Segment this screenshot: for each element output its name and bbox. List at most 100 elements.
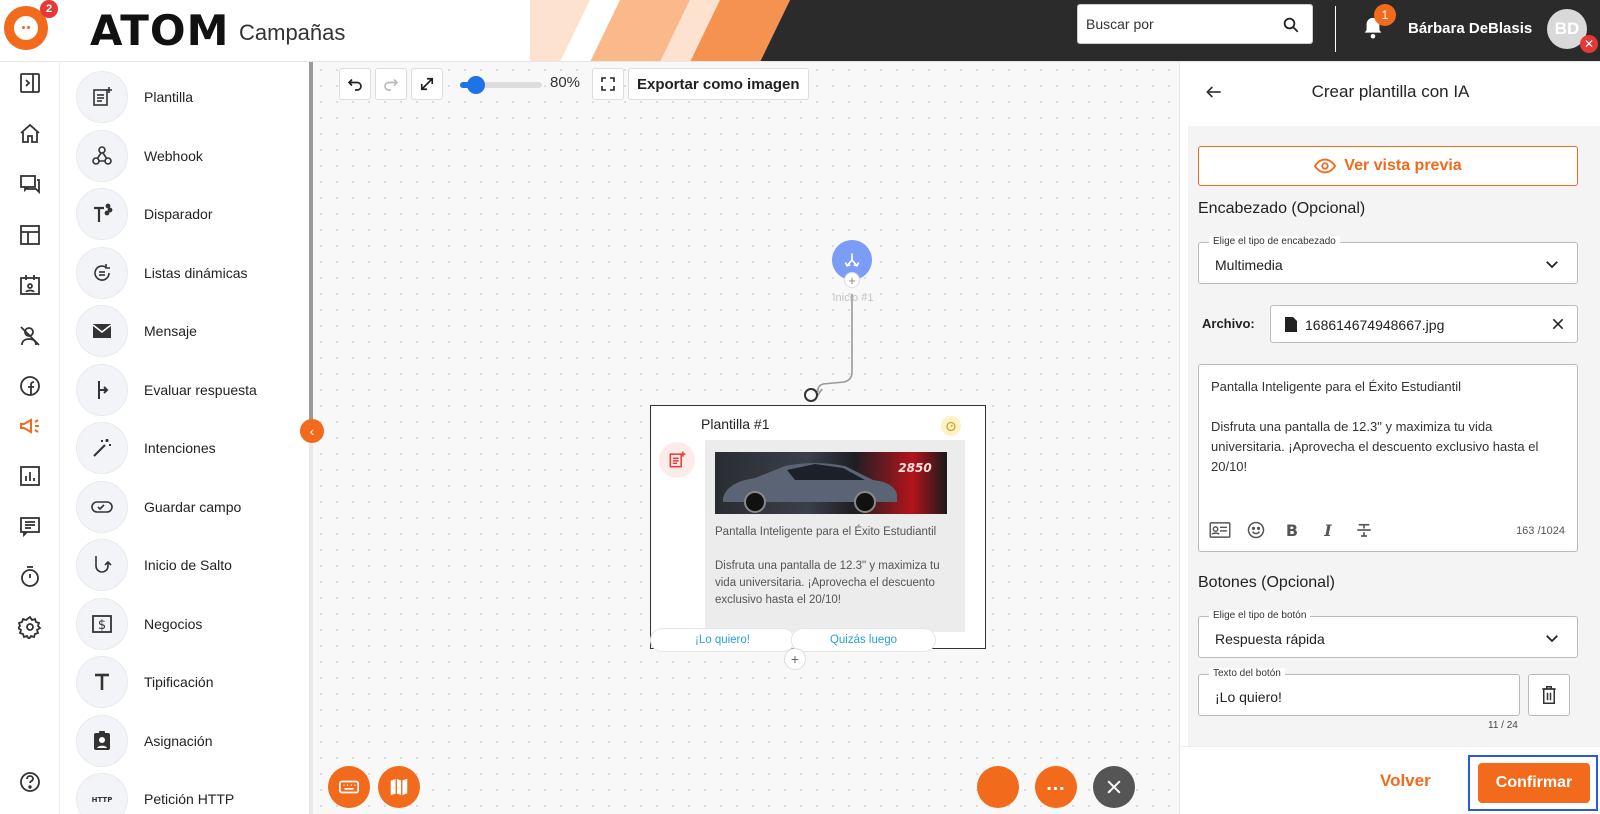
start-add-button[interactable]: +	[844, 272, 860, 288]
node-plantilla[interactable]: Plantilla	[76, 71, 193, 123]
trigger-icon	[76, 188, 128, 240]
back-button[interactable]: Volver	[1380, 771, 1431, 791]
node-salto[interactable]: Inicio de Salto	[76, 539, 232, 591]
quick-reply-button[interactable]: ¡Lo quiero!	[650, 628, 795, 652]
button-text-counter: 11 / 24	[1488, 720, 1518, 731]
calendar-icon[interactable]	[13, 268, 47, 302]
svg-text:HTTP: HTTP	[92, 796, 113, 804]
search-input[interactable]	[1078, 5, 1268, 43]
template-node[interactable]: Plantilla #1 2850 Pantalla Inteligente p…	[650, 405, 986, 649]
delete-button[interactable]	[1528, 674, 1570, 716]
formatting-toolbar: B I	[1209, 519, 1375, 541]
preview-label: Ver vista previa	[1344, 157, 1462, 174]
node-label: Guardar campo	[144, 499, 242, 515]
close-icon	[1107, 780, 1121, 794]
nodes-panel: Plantilla Webhook Disparador Listas diná…	[60, 62, 312, 814]
timer-icon[interactable]	[941, 416, 961, 436]
http-icon: HTTP	[76, 773, 128, 814]
confirm-button[interactable]: Confirmar	[1478, 763, 1590, 803]
node-label: Plantilla	[144, 89, 194, 105]
strikethrough-icon[interactable]	[1353, 519, 1375, 541]
keyboard-icon	[339, 780, 359, 794]
keyboard-button[interactable]	[328, 766, 370, 808]
help-icon[interactable]	[13, 765, 47, 799]
header-section-title: Encabezado (Opcional)	[1198, 200, 1366, 217]
branch-icon	[76, 364, 128, 416]
quick-reply-button[interactable]: Quizás luego	[791, 628, 936, 652]
body-text: Pantalla Inteligente para el Éxito Estud…	[1211, 377, 1567, 477]
add-node-button[interactable]	[977, 766, 1019, 808]
close-canvas-button[interactable]	[1093, 766, 1135, 808]
node-webhook[interactable]: Webhook	[76, 130, 203, 182]
form-icon[interactable]	[13, 509, 47, 543]
node-guardar[interactable]: Guardar campo	[76, 481, 241, 533]
buttons-section-title: Botones (Opcional)	[1198, 574, 1335, 591]
template-add-button[interactable]: +	[784, 648, 806, 670]
remove-file-icon[interactable]	[1551, 317, 1565, 331]
node-http[interactable]: HTTP Petición HTTP	[76, 773, 234, 814]
node-listas[interactable]: Listas dinámicas	[76, 247, 248, 299]
dynamic-list-icon	[76, 247, 128, 299]
home-icon[interactable]	[13, 117, 47, 151]
emoji-icon[interactable]	[1245, 519, 1267, 541]
button-text-field[interactable]: Texto del botón ¡Lo quiero!	[1198, 668, 1520, 716]
bold-icon[interactable]: B	[1281, 519, 1303, 541]
search-icon[interactable]	[1282, 16, 1300, 34]
node-mensaje[interactable]: Mensaje	[76, 305, 197, 357]
header-type-select[interactable]: Elige el tipo de encabezado Multimedia	[1198, 236, 1578, 284]
node-label: Asignación	[144, 733, 213, 749]
bell-badge: 1	[1374, 4, 1396, 26]
minimap-button[interactable]	[378, 766, 420, 808]
chart-icon[interactable]	[13, 459, 47, 493]
node-evaluar[interactable]: Evaluar respuesta	[76, 364, 257, 416]
node-label: Inicio de Salto	[144, 557, 232, 573]
file-label: Archivo:	[1202, 316, 1255, 331]
expand-panel-icon[interactable]	[13, 66, 47, 100]
header-type-value: Multimedia	[1215, 257, 1283, 273]
flow-canvas[interactable]: 80% Exportar como imagen + Inicio #1 Pla…	[313, 62, 1179, 814]
logo-notification-badge: 2	[40, 0, 58, 18]
map-icon	[390, 778, 408, 796]
node-asignacion[interactable]: Asignación	[76, 715, 213, 767]
dollar-icon: $	[76, 598, 128, 650]
button-text-value: ¡Lo quiero!	[1215, 689, 1282, 705]
node-negocios[interactable]: $ Negocios	[76, 598, 202, 650]
create-template-panel: Crear plantilla con IA Ver vista previa …	[1179, 62, 1600, 814]
more-options-button[interactable]: …	[1035, 766, 1077, 808]
split-icon	[844, 253, 860, 267]
start-node-label: Inicio #1	[832, 292, 874, 304]
button-type-select[interactable]: Elige el tipo de botón Respuesta rápida	[1198, 610, 1578, 658]
settings-icon[interactable]	[13, 610, 47, 644]
text-t-icon	[76, 656, 128, 708]
chevron-down-icon	[1546, 261, 1558, 269]
preview-button[interactable]: Ver vista previa	[1198, 146, 1578, 186]
node-label: Tipificación	[144, 674, 214, 690]
left-rail	[0, 62, 60, 814]
facebook-icon[interactable]	[13, 369, 47, 403]
italic-icon[interactable]: I	[1317, 519, 1339, 541]
node-label: Disparador	[144, 206, 213, 222]
trash-icon	[1542, 686, 1556, 704]
user-name[interactable]: Bárbara DeBlasis	[1408, 20, 1532, 37]
node-disparador[interactable]: Disparador	[76, 188, 212, 240]
table-icon[interactable]	[13, 218, 47, 252]
brand-name: ATOM	[90, 6, 230, 55]
logo-face-icon	[14, 16, 38, 40]
template-message-bubble: 2850 Pantalla Inteligente para el Éxito …	[705, 440, 965, 632]
user-off-icon[interactable]	[13, 319, 47, 353]
stopwatch-icon[interactable]	[13, 560, 47, 594]
chat-icon[interactable]	[13, 167, 47, 201]
template-body-text: Pantalla Inteligente para el Éxito Estud…	[715, 524, 955, 609]
dots-icon: …	[1045, 772, 1067, 795]
node-tipificacion[interactable]: Tipificación	[76, 656, 214, 708]
node-intenciones[interactable]: Intenciones	[76, 422, 216, 474]
template-input-handle[interactable]	[804, 388, 818, 402]
variable-card-icon[interactable]	[1209, 519, 1231, 541]
megaphone-icon[interactable]	[13, 409, 47, 443]
mail-icon	[76, 305, 128, 357]
template-text-line2: Disfruta una pantalla de 12.3" y maximiz…	[715, 560, 940, 606]
collapse-panel-button[interactable]: ‹	[300, 419, 324, 443]
avatar-status-icon: ✕	[1580, 35, 1598, 53]
body-textarea[interactable]: Pantalla Inteligente para el Éxito Estud…	[1198, 364, 1578, 552]
body-char-counter: 163 /1024	[1516, 525, 1565, 537]
